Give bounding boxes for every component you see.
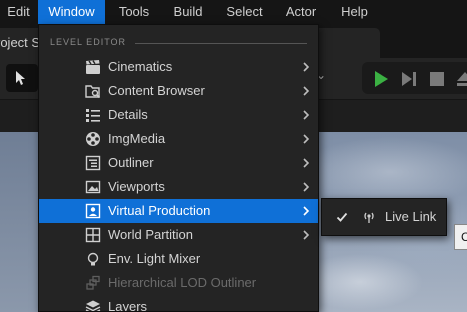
menu-item-label: Hierarchical LOD Outliner — [108, 275, 257, 290]
menu-item-label: Cinematics — [108, 59, 173, 74]
menu-item-label: Content Browser — [108, 83, 205, 98]
submenu-item-label: Live Link — [385, 209, 437, 224]
clapperboard-icon — [86, 60, 100, 74]
layers-icon — [85, 300, 101, 311]
menu-item-label: Virtual Production — [108, 203, 211, 218]
menu-item-env-light-mixer[interactable]: Env. Light Mixer — [39, 247, 318, 271]
menu-tools[interactable]: Tools — [108, 0, 160, 24]
menu-actor[interactable]: Actor — [278, 0, 324, 24]
menu-help[interactable]: Help — [332, 0, 377, 24]
play-icon[interactable] — [372, 70, 390, 88]
play-controls — [362, 62, 467, 94]
menu-build[interactable]: Build — [164, 0, 212, 24]
outliner-tree-icon — [85, 155, 101, 171]
film-reel-icon — [86, 132, 100, 146]
menu-edit[interactable]: Edit — [0, 0, 37, 24]
world-partition-icon — [85, 227, 101, 243]
menu-item-layers[interactable]: Layers — [39, 295, 318, 312]
menu-item-label: ImgMedia — [108, 131, 166, 146]
section-header-level-editor: LEVEL EDITOR — [50, 37, 127, 47]
menu-item-hlod-outliner: Hierarchical LOD Outliner — [39, 271, 318, 295]
menu-item-label: Viewports — [108, 179, 165, 194]
menu-item-world-partition[interactable]: World Partition — [39, 223, 318, 247]
virtual-production-icon — [85, 203, 101, 219]
project-tab-label: roject S — [0, 35, 41, 50]
chevron-right-icon — [303, 158, 310, 168]
section-divider — [135, 43, 307, 44]
menu-item-virtual-production[interactable]: Virtual Production — [39, 199, 318, 223]
eject-icon[interactable] — [456, 70, 467, 88]
menu-item-label: Details — [108, 107, 148, 122]
stop-icon[interactable] — [428, 70, 446, 88]
chevron-right-icon — [303, 86, 310, 96]
tooltip: C — [454, 224, 467, 250]
menu-select[interactable]: Select — [218, 0, 271, 24]
chevron-right-icon — [303, 206, 310, 216]
menu-item-cinematics[interactable]: Cinematics — [39, 55, 318, 79]
light-bulb-icon — [87, 252, 99, 266]
menu-window[interactable]: Window — [38, 0, 105, 24]
menu-item-label: Layers — [108, 299, 148, 312]
window-menu-dropdown: LEVEL EDITOR Cinematics Content Browser … — [38, 24, 319, 312]
chevron-right-icon — [303, 134, 310, 144]
menu-item-label: World Partition — [108, 227, 194, 242]
menu-item-imgmedia[interactable]: ImgMedia — [39, 127, 318, 151]
selection-mode-button[interactable] — [6, 64, 38, 92]
virtual-production-submenu: Live Link — [321, 198, 447, 236]
menu-item-outliner[interactable]: Outliner — [39, 151, 318, 175]
live-link-icon — [364, 212, 374, 223]
chevron-right-icon — [303, 230, 310, 240]
details-list-icon — [86, 109, 100, 122]
chevron-right-icon — [303, 182, 310, 192]
submenu-item-live-link[interactable]: Live Link — [322, 199, 446, 235]
menu-item-label: Env. Light Mixer — [108, 251, 201, 266]
viewport-left-edge — [0, 132, 40, 312]
menu-item-viewports[interactable]: Viewports — [39, 175, 318, 199]
checkmark-icon — [336, 212, 348, 222]
cursor-icon — [16, 71, 25, 85]
chevron-right-icon — [303, 62, 310, 72]
menu-item-details[interactable]: Details — [39, 103, 318, 127]
step-icon[interactable] — [400, 70, 418, 88]
menu-item-label: Outliner — [108, 155, 154, 170]
content-browser-icon — [85, 85, 101, 99]
menu-bar: Edit Window Tools Build Select Actor Hel… — [0, 0, 467, 24]
menu-item-content-browser[interactable]: Content Browser — [39, 79, 318, 103]
viewport-icon — [85, 180, 101, 194]
hlod-icon — [86, 275, 100, 290]
chevron-right-icon — [303, 110, 310, 120]
